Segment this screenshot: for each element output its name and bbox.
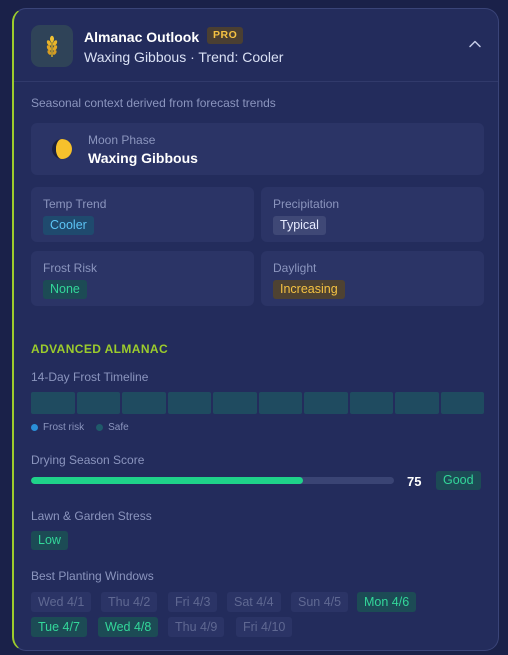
lawn-stress-title: Lawn & Garden Stress [31, 509, 152, 523]
chevron-up-icon[interactable] [468, 37, 482, 51]
lawn-stress-badge: Low [31, 531, 68, 550]
card-title: Almanac Outlook [84, 29, 200, 45]
frost-legend: Frost risk Safe [31, 422, 129, 433]
planting-day-chip: Sat 4/4 [227, 592, 281, 612]
status-badge: None [43, 280, 87, 299]
drying-score-bar [31, 477, 394, 484]
context-text: Seasonal context derived from forecast t… [31, 96, 276, 110]
drying-score-value: 75 [407, 474, 422, 489]
drying-score-fill [31, 477, 304, 484]
tile-label: Precipitation [273, 197, 340, 211]
frost-day-cell [167, 392, 211, 414]
frost-day-cell [213, 392, 257, 414]
planting-day-chip: Fri 4/3 [168, 592, 218, 612]
planting-day-chip: Mon 4/6 [357, 592, 417, 612]
card-header[interactable]: Almanac Outlook PRO Waxing Gibbous · Tre… [14, 9, 498, 82]
frost-risk-dot [31, 424, 38, 431]
tile-temp-trend: Temp Trend Cooler [31, 187, 254, 242]
frost-day-cell [76, 392, 120, 414]
planting-day-chip: Wed 4/8 [98, 617, 159, 637]
planting-day-chip: Tue 4/7 [31, 617, 87, 637]
frost-timeline [31, 392, 484, 414]
almanac-card: Almanac Outlook PRO Waxing Gibbous · Tre… [12, 8, 499, 651]
tile-label: Frost Risk [43, 261, 97, 275]
frost-day-cell [440, 392, 484, 414]
frost-day-cell [304, 392, 348, 414]
tile-daylight: Daylight Increasing [261, 251, 484, 306]
legend-frost-label: Frost risk [43, 422, 85, 433]
moon-phase-label: Moon Phase [88, 133, 156, 147]
moon-icon [52, 139, 72, 159]
drying-rating-badge: Good [436, 471, 481, 490]
frost-day-cell [395, 392, 439, 414]
status-badge: Cooler [43, 216, 94, 235]
planting-windows-title: Best Planting Windows [31, 569, 154, 583]
status-badge: Increasing [273, 280, 345, 299]
moon-phase-value: Waxing Gibbous [88, 150, 198, 166]
planting-day-chip: Sun 4/5 [291, 592, 349, 612]
frost-day-cell [31, 392, 75, 414]
planting-day-chip: Wed 4/1 [31, 592, 92, 612]
status-badge: Typical [273, 216, 326, 235]
frost-timeline-title: 14-Day Frost Timeline [31, 370, 149, 384]
frost-day-cell [258, 392, 302, 414]
legend-safe-label: Safe [108, 422, 129, 433]
moon-phase-panel: Moon Phase Waxing Gibbous [31, 123, 484, 175]
frost-day-cell [349, 392, 393, 414]
tile-frost-risk: Frost Risk None [31, 251, 254, 306]
pro-badge: PRO [207, 27, 244, 44]
frost-day-cell [122, 392, 166, 414]
planting-day-chip: Thu 4/9 [168, 617, 225, 637]
card-subtitle: Waxing Gibbous · Trend: Cooler [84, 49, 284, 65]
tile-precipitation: Precipitation Typical [261, 187, 484, 242]
tile-label: Daylight [273, 261, 317, 275]
drying-score-title: Drying Season Score [31, 453, 145, 467]
planting-day-chip: Thu 4/2 [101, 592, 158, 612]
tile-label: Temp Trend [43, 197, 107, 211]
planting-day-chip: Fri 4/10 [236, 617, 293, 637]
wheat-icon [31, 25, 73, 67]
safe-dot [96, 424, 104, 431]
advanced-section-title: ADVANCED ALMANAC [31, 342, 169, 356]
